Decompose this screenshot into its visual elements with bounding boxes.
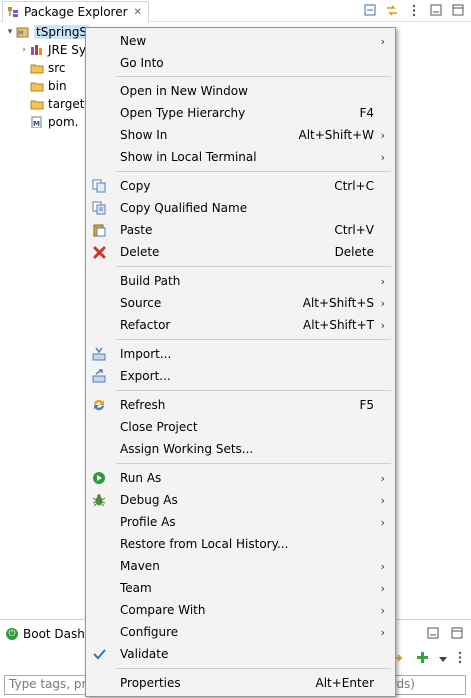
minimize-icon[interactable] [429, 3, 443, 17]
view-toolbar [363, 3, 465, 17]
context-menu: New › Go Into Open in New Window Open Ty… [85, 27, 396, 697]
svg-text:M: M [18, 30, 23, 37]
maximize-icon[interactable] [451, 3, 465, 17]
collapse-all-icon[interactable] [363, 3, 377, 17]
expanded-chevron-icon[interactable]: ▾ [4, 27, 16, 37]
menu-item-new[interactable]: New › [86, 30, 395, 52]
menu-separator [116, 171, 391, 172]
menu-separator [116, 463, 391, 464]
menu-item-properties[interactable]: Properties Alt+Enter [86, 672, 395, 694]
package-explorer-title: Package Explorer [24, 5, 128, 19]
package-explorer-tabbar: Package Explorer ✕ [0, 0, 471, 22]
menu-separator [116, 339, 391, 340]
power-icon: ⏻ [6, 628, 18, 640]
package-explorer-tab[interactable]: Package Explorer ✕ [2, 1, 149, 22]
link-with-editor-icon[interactable] [385, 3, 399, 17]
submenu-arrow-icon: › [380, 296, 385, 310]
submenu-arrow-icon: › [380, 603, 385, 617]
menu-item-assign-working-sets[interactable]: Assign Working Sets... [86, 438, 395, 460]
close-icon[interactable]: ✕ [134, 7, 142, 18]
collapsed-chevron-icon[interactable]: › [18, 45, 30, 55]
menu-item-copy-qualified-name[interactable]: Copy Qualified Name [86, 197, 395, 219]
submenu-arrow-icon: › [380, 318, 385, 332]
import-icon [92, 347, 106, 361]
copy-qualified-name-icon [92, 201, 106, 215]
menu-item-delete[interactable]: Delete Delete [86, 241, 395, 263]
library-icon [31, 45, 42, 55]
package-explorer-icon [8, 7, 18, 17]
submenu-arrow-icon: › [380, 515, 385, 529]
menu-item-compare-with[interactable]: Compare With › [86, 599, 395, 621]
refresh-icon [92, 398, 106, 412]
submenu-arrow-icon: › [380, 128, 385, 142]
maximize-icon[interactable] [451, 627, 463, 642]
menu-item-profile-as[interactable]: Profile As › [86, 511, 395, 533]
menu-item-close-project[interactable]: Close Project [86, 416, 395, 438]
maven-project-icon: M [16, 27, 29, 38]
menu-item-show-in-local-terminal[interactable]: Show in Local Terminal › [86, 146, 395, 168]
add-icon[interactable] [416, 651, 429, 667]
menu-item-paste[interactable]: Paste Ctrl+V [86, 219, 395, 241]
menu-item-open-in-new-window[interactable]: Open in New Window [86, 80, 395, 102]
menu-item-go-into[interactable]: Go Into [86, 52, 395, 74]
boot-dashboard-view-tools [427, 627, 463, 642]
menu-separator [116, 668, 391, 669]
delete-icon [92, 245, 106, 259]
menu-item-copy[interactable]: Copy Ctrl+C [86, 175, 395, 197]
boot-dashboard-tab[interactable]: ⏻ Boot Dashb [2, 624, 97, 644]
boot-dashboard-title: Boot Dashb [23, 627, 93, 641]
run-icon [92, 471, 106, 485]
menu-item-refresh[interactable]: Refresh F5 [86, 394, 395, 416]
submenu-arrow-icon: › [380, 493, 385, 507]
submenu-arrow-icon: › [380, 625, 385, 639]
menu-item-validate[interactable]: Validate [86, 643, 395, 665]
export-icon [92, 369, 106, 383]
view-menu-icon[interactable] [457, 651, 463, 667]
copy-icon [92, 179, 106, 193]
maven-file-icon: M [31, 116, 42, 128]
dropdown-arrow-icon[interactable] [439, 652, 447, 666]
menu-item-import[interactable]: Import... [86, 343, 395, 365]
menu-separator [116, 390, 391, 391]
menu-separator [116, 76, 391, 77]
menu-item-refactor[interactable]: Refactor Alt+Shift+T › [86, 314, 395, 336]
view-menu-icon[interactable] [407, 3, 421, 17]
menu-item-open-type-hierarchy[interactable]: Open Type Hierarchy F4 [86, 102, 395, 124]
menu-item-restore-from-local-history[interactable]: Restore from Local History... [86, 533, 395, 555]
submenu-arrow-icon: › [380, 34, 385, 48]
check-icon [92, 647, 106, 661]
minimize-icon[interactable] [427, 627, 439, 642]
menu-separator [116, 266, 391, 267]
menu-item-source[interactable]: Source Alt+Shift+S › [86, 292, 395, 314]
eclipse-workbench: Package Explorer ✕ ▾ M tSpringS › JRE Sy… [0, 0, 471, 698]
svg-text:M: M [33, 120, 40, 128]
menu-item-team[interactable]: Team › [86, 577, 395, 599]
menu-item-build-path[interactable]: Build Path › [86, 270, 395, 292]
menu-item-export[interactable]: Export... [86, 365, 395, 387]
submenu-arrow-icon: › [380, 274, 385, 288]
submenu-arrow-icon: › [380, 150, 385, 164]
folder-icon [30, 64, 44, 74]
submenu-arrow-icon: › [380, 471, 385, 485]
filter-placeholder: Type tags, pro [9, 677, 94, 691]
folder-icon [30, 82, 44, 92]
menu-item-show-in[interactable]: Show In Alt+Shift+W › [86, 124, 395, 146]
folder-icon [30, 100, 44, 110]
menu-item-debug-as[interactable]: Debug As › [86, 489, 395, 511]
submenu-arrow-icon: › [380, 581, 385, 595]
submenu-arrow-icon: › [380, 559, 385, 573]
paste-icon [92, 223, 106, 237]
menu-item-configure[interactable]: Configure › [86, 621, 395, 643]
boot-dashboard-toolbar [392, 651, 463, 667]
debug-icon [92, 493, 106, 507]
menu-item-maven[interactable]: Maven › [86, 555, 395, 577]
menu-item-run-as[interactable]: Run As › [86, 467, 395, 489]
